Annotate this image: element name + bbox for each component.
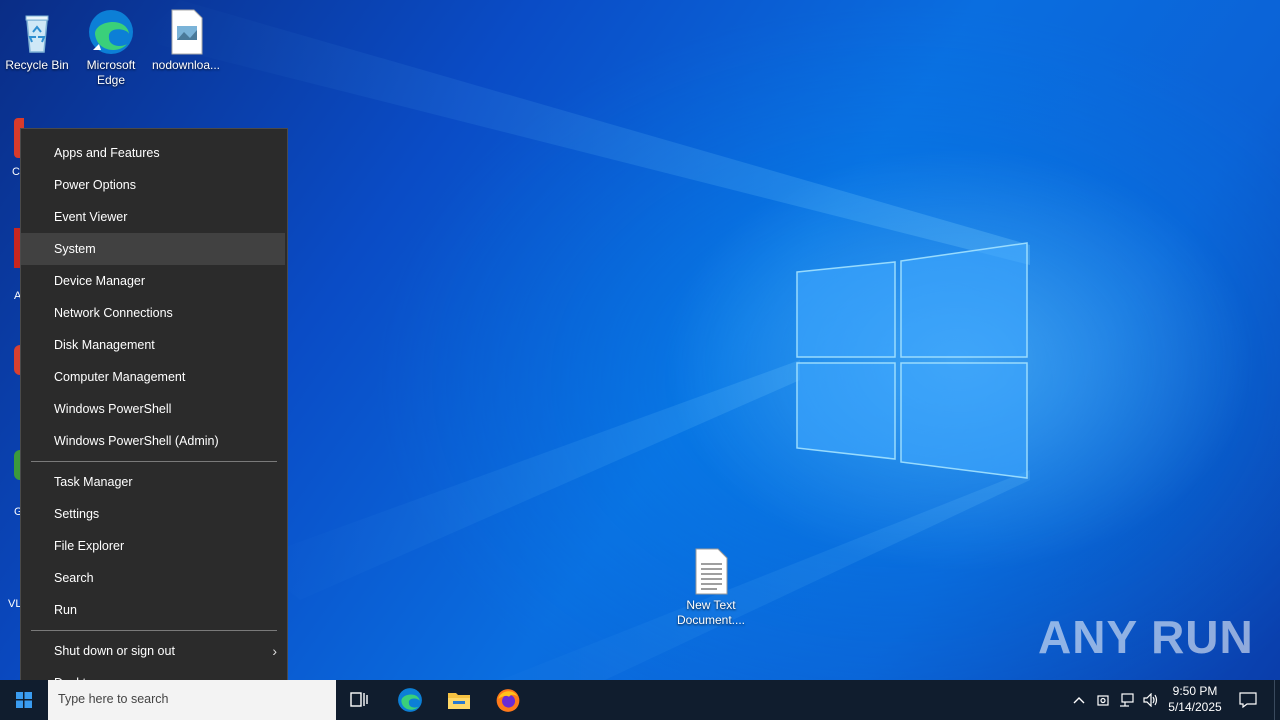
windows-start-icon (16, 692, 32, 708)
task-view-button[interactable] (336, 680, 384, 720)
menu-item-device-manager[interactable]: Device Manager (21, 265, 287, 297)
meet-now-icon (1097, 695, 1109, 706)
taskbar-clock[interactable]: 9:50 PM 5/14/2025 (1160, 683, 1230, 715)
show-desktop-button[interactable] (1274, 680, 1280, 720)
image-file-icon (171, 9, 203, 55)
clock-time: 9:50 PM (1172, 684, 1218, 698)
menu-item-computer-management[interactable]: Computer Management (21, 361, 287, 393)
firefox-icon (496, 689, 520, 712)
taskbar-search-box[interactable]: Type here to search (48, 680, 336, 720)
menu-item-windows-powershell[interactable]: Windows PowerShell (21, 393, 287, 425)
chevron-up-icon (1073, 697, 1085, 704)
menu-item-file-explorer[interactable]: File Explorer (21, 530, 287, 562)
menu-item-run[interactable]: Run (21, 594, 287, 626)
file-explorer-icon (448, 693, 470, 709)
task-view-icon (350, 692, 368, 707)
menu-item-system[interactable]: System (21, 233, 285, 265)
shut-down-label: Shut down or sign out (54, 644, 175, 658)
taskbar-file-explorer-button[interactable] (435, 680, 483, 720)
search-placeholder: Type here to search (58, 692, 169, 706)
microsoft-edge-label: Microsoft Edge (86, 58, 136, 87)
microsoft-edge-desktop-icon[interactable]: Microsoft Edge (74, 8, 148, 88)
menu-separator (31, 630, 277, 631)
nodownload-desktop-icon[interactable]: nodownloa... (149, 8, 223, 73)
clock-date: 5/14/2025 (1168, 700, 1222, 714)
menu-item-settings[interactable]: Settings (21, 498, 287, 530)
notification-icon (1239, 692, 1257, 708)
menu-item-network-connections[interactable]: Network Connections (21, 297, 287, 329)
menu-separator (31, 461, 277, 462)
edge-icon (89, 10, 133, 54)
menu-item-shut-down-or-sign-out[interactable]: Shut down or sign out › (21, 635, 287, 667)
network-button[interactable] (1116, 680, 1138, 720)
show-hidden-icons-button[interactable] (1068, 680, 1090, 720)
windows-logo (796, 242, 1028, 479)
taskbar-edge-button[interactable] (386, 680, 434, 720)
edge-icon (398, 688, 422, 712)
taskbar-firefox-button[interactable] (484, 680, 532, 720)
menu-item-power-options[interactable]: Power Options (21, 169, 287, 201)
menu-item-search[interactable]: Search (21, 562, 287, 594)
nodownload-label: nodownloa... (151, 58, 221, 72)
action-center-button[interactable] (1232, 680, 1264, 720)
recycle-bin-icon (25, 15, 49, 53)
recycle-bin-label: Recycle Bin (5, 58, 69, 72)
meet-now-button[interactable] (1092, 680, 1114, 720)
recycle-bin-desktop-icon[interactable]: Recycle Bin (0, 8, 74, 73)
start-button[interactable] (0, 680, 48, 720)
winx-context-menu: Apps and Features Power Options Event Vi… (20, 128, 288, 706)
text-file-icon (695, 548, 728, 595)
menu-item-task-manager[interactable]: Task Manager (21, 466, 287, 498)
new-text-document-label: New Text Document.... (676, 598, 746, 627)
menu-item-event-viewer[interactable]: Event Viewer (21, 201, 287, 233)
new-text-document-desktop-icon[interactable]: New Text Document.... (674, 548, 748, 628)
menu-item-windows-powershell-admin[interactable]: Windows PowerShell (Admin) (21, 425, 287, 457)
volume-button[interactable] (1140, 680, 1162, 720)
menu-item-apps-and-features[interactable]: Apps and Features (21, 137, 287, 169)
volume-icon (1143, 693, 1158, 707)
chevron-right-icon: › (272, 643, 277, 659)
anyrun-watermark: ANY RUN (1038, 611, 1254, 663)
menu-item-disk-management[interactable]: Disk Management (21, 329, 287, 361)
network-icon (1120, 693, 1134, 707)
